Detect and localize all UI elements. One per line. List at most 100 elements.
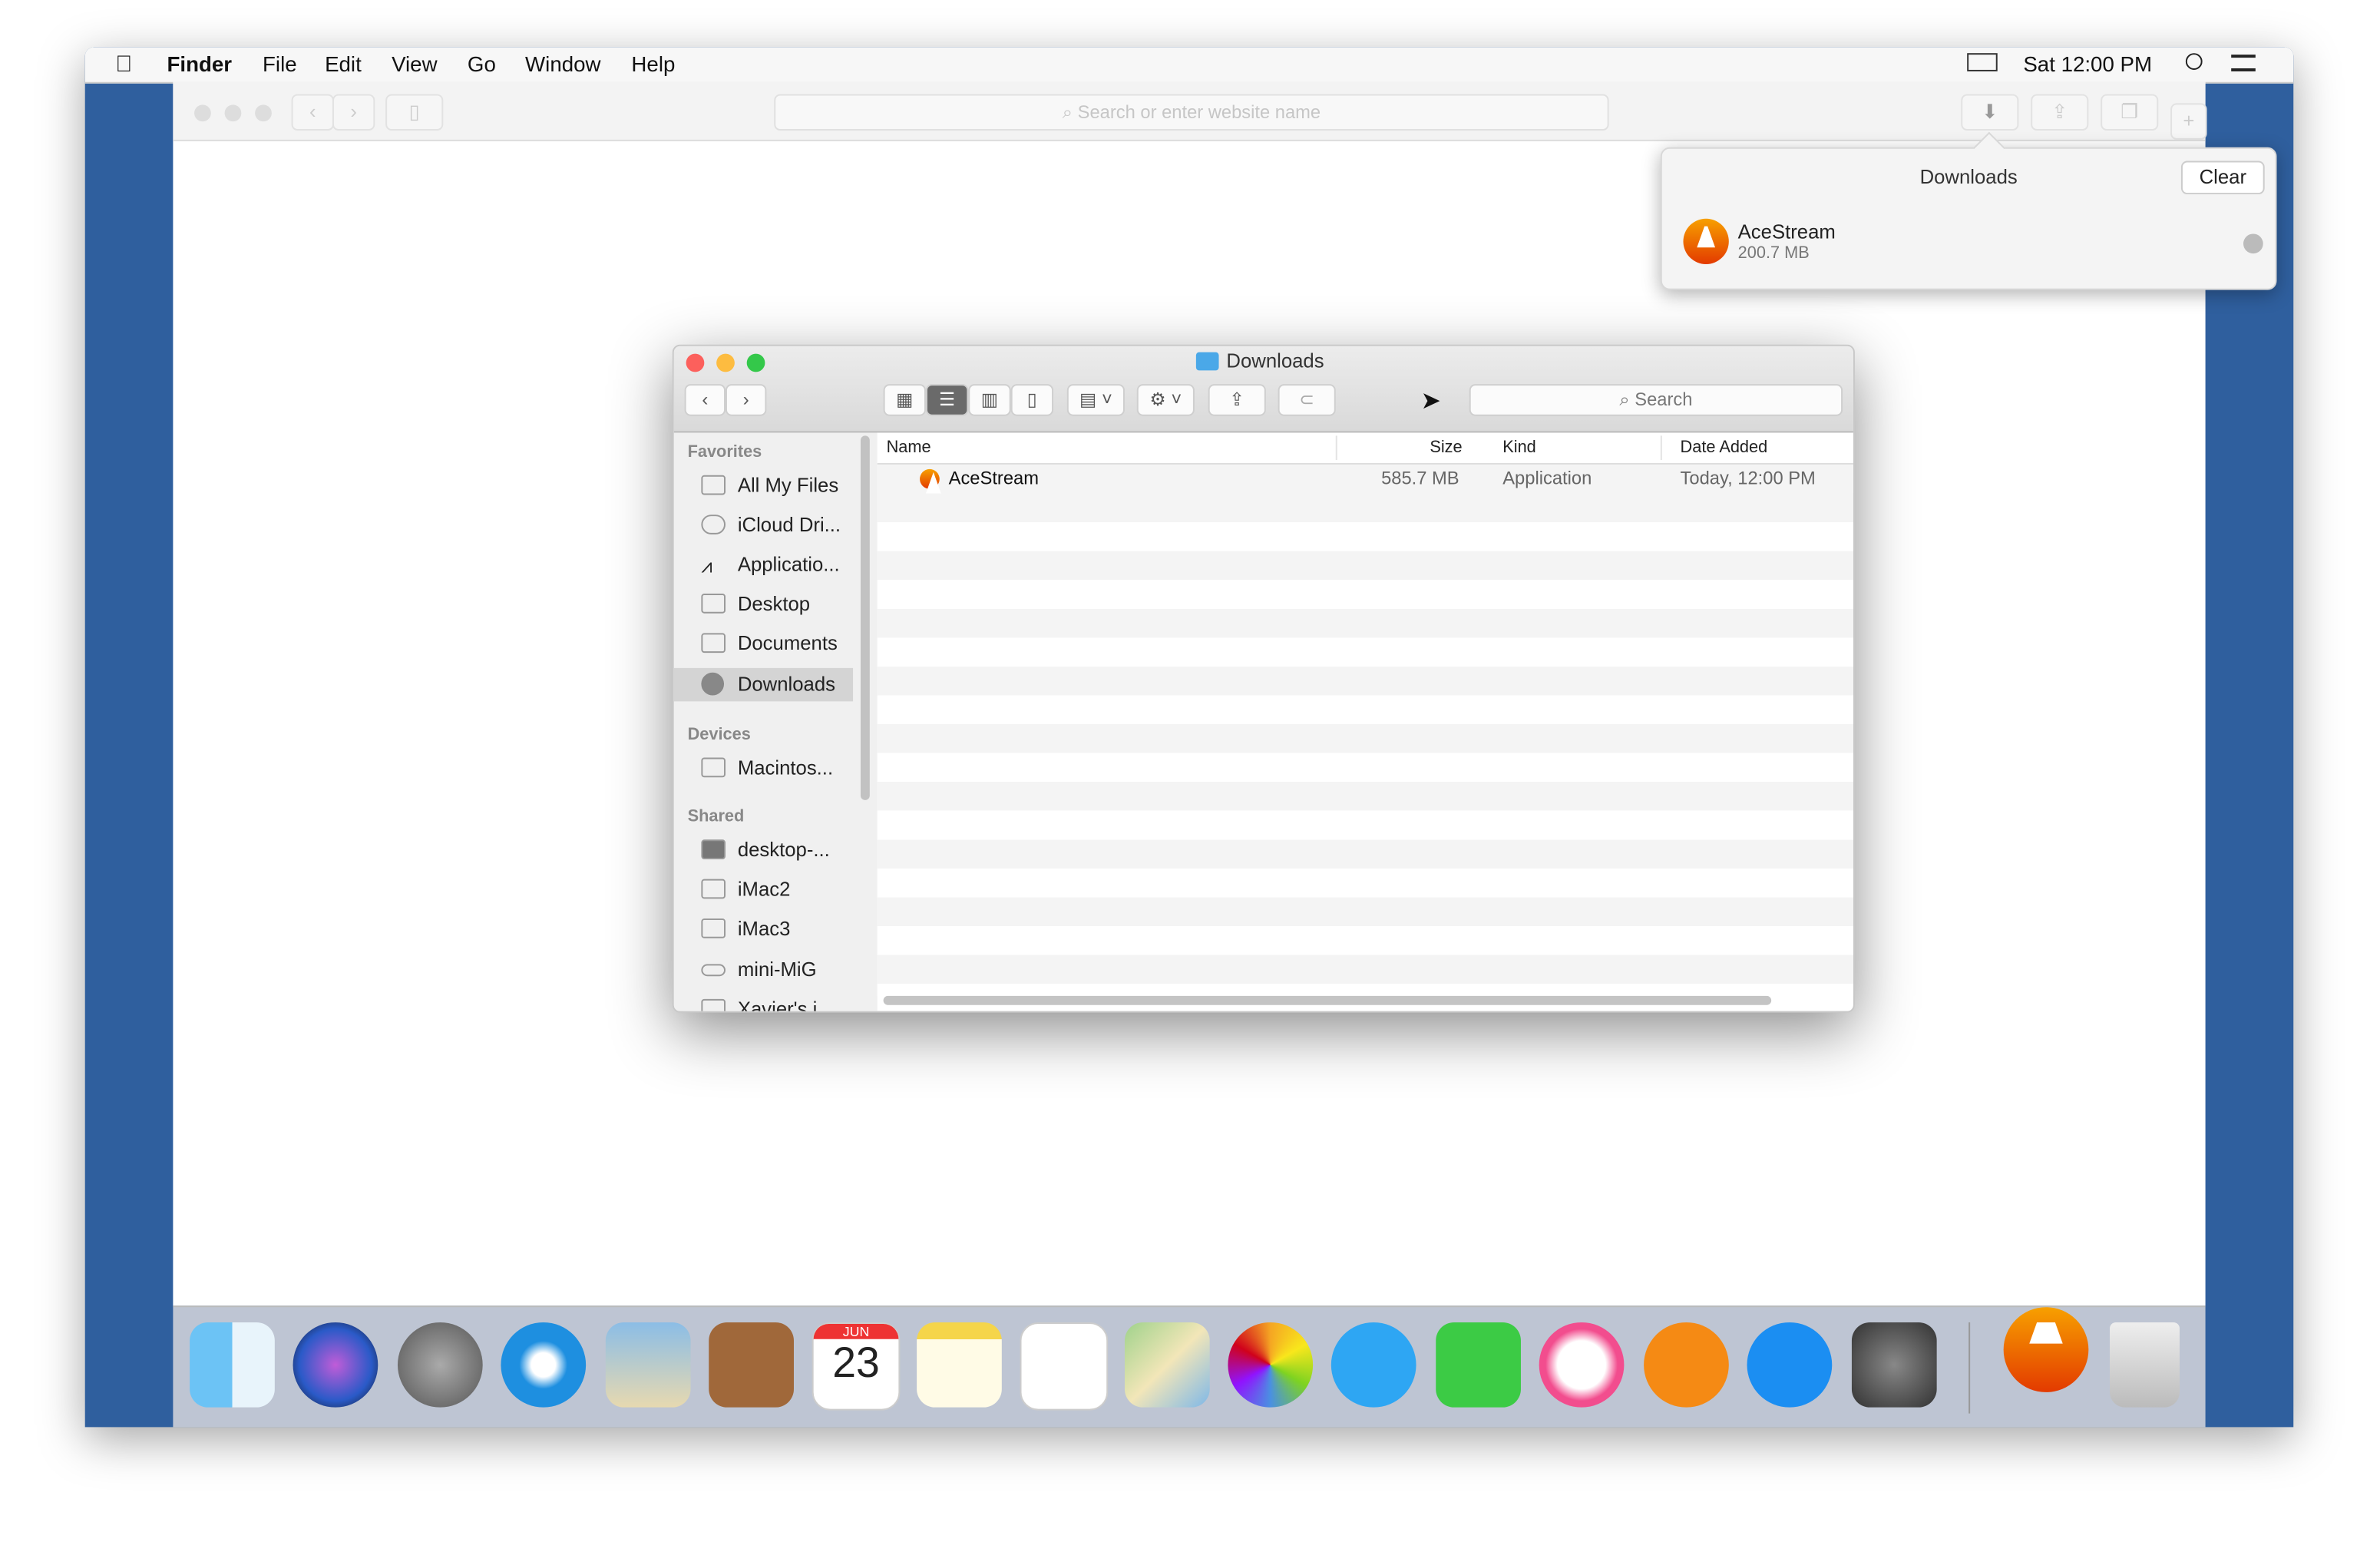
- sidebar-item-imac2[interactable]: iMac2: [674, 873, 853, 906]
- menu-view[interactable]: View: [392, 51, 437, 76]
- cloud-icon: [701, 515, 726, 534]
- column-size[interactable]: Size: [1430, 438, 1462, 457]
- sidebar-item-all-my-files[interactable]: All My Files: [674, 469, 853, 502]
- menu-help[interactable]: Help: [631, 51, 675, 76]
- sidebar-item-imac3[interactable]: iMac3: [674, 912, 853, 945]
- menu-file[interactable]: File: [263, 51, 297, 76]
- spotlight-icon[interactable]: [2185, 53, 2203, 70]
- menu-window[interactable]: Window: [525, 51, 600, 76]
- dock-calendar-icon[interactable]: JUN 23: [812, 1322, 901, 1411]
- apple-menu-icon[interactable]: : [115, 51, 132, 78]
- zoom-button[interactable]: [746, 353, 765, 372]
- share-button[interactable]: ⇪: [2031, 94, 2089, 131]
- menu-bar:  Finder File Edit View Go Window Help S…: [84, 47, 2294, 84]
- back-button[interactable]: ‹: [684, 384, 726, 416]
- dock-trash-icon[interactable]: [2110, 1322, 2180, 1408]
- sidebar-item-documents[interactable]: Documents: [674, 627, 853, 660]
- sidebar-scrollbar[interactable]: [860, 435, 870, 800]
- downloads-button[interactable]: ⬇: [1961, 94, 2019, 131]
- dock-itunes-icon[interactable]: [1539, 1322, 1625, 1408]
- menu-go[interactable]: Go: [468, 51, 496, 76]
- sidebar-item-xaviers[interactable]: Xavier's i...: [674, 993, 853, 1011]
- close-button[interactable]: [194, 104, 211, 122]
- tags-button[interactable]: ⊂: [1278, 384, 1336, 416]
- sidebar-item-desktop[interactable]: Desktop: [674, 587, 853, 620]
- dock-photos-icon[interactable]: [1228, 1322, 1314, 1408]
- menu-clock[interactable]: Sat 12:00 PM: [2023, 51, 2152, 76]
- sidebar-toggle-button[interactable]: ▯: [385, 94, 444, 131]
- dock-system-preferences-icon[interactable]: [1851, 1322, 1937, 1408]
- url-bar[interactable]: ⌕ Search or enter website name: [774, 94, 1609, 131]
- sidebar-item-label: Documents: [737, 631, 838, 655]
- column-divider: [1335, 435, 1337, 461]
- sidebar-item-label: desktop-...: [737, 838, 830, 861]
- download-item-name[interactable]: AceStream: [1738, 220, 1836, 243]
- dock-siri-icon[interactable]: [293, 1322, 378, 1408]
- dock-safari-icon[interactable]: [501, 1322, 587, 1408]
- favorites-header: Favorites: [687, 443, 762, 462]
- calendar-day: 23: [832, 1339, 880, 1387]
- sidebar-item-label: iMac3: [737, 917, 791, 940]
- minimize-button[interactable]: [224, 104, 242, 122]
- sidebar-item-applications[interactable]: ⩘ Applicatio...: [674, 548, 853, 581]
- sidebar-item-icloud-drive[interactable]: iCloud Dri...: [674, 508, 853, 541]
- menu-edit[interactable]: Edit: [325, 51, 362, 76]
- downloads-icon: [701, 672, 725, 696]
- sidebar-item-downloads[interactable]: Downloads: [673, 667, 854, 702]
- list-view-button[interactable]: ☰: [925, 384, 969, 416]
- forward-button[interactable]: ›: [332, 94, 375, 131]
- airplay-display-icon[interactable]: [1967, 53, 1998, 71]
- file-kind: Application: [1502, 467, 1592, 489]
- column-view-button[interactable]: ▥: [968, 384, 1011, 416]
- cover-flow-button[interactable]: ▯: [1010, 384, 1054, 416]
- back-button[interactable]: ‹: [291, 94, 334, 131]
- sidebar-item-macintosh-hd[interactable]: Macintos...: [674, 752, 853, 785]
- sidebar-item-label: iMac2: [737, 877, 791, 901]
- arrange-button[interactable]: ▤ ˅: [1066, 384, 1125, 416]
- dock-finder-icon[interactable]: [190, 1322, 275, 1408]
- search-placeholder: Search: [1635, 389, 1693, 410]
- zoom-button[interactable]: [255, 104, 272, 122]
- downloads-popover: Downloads Clear AceStream 200.7 MB: [1660, 131, 2277, 290]
- column-name[interactable]: Name: [887, 438, 931, 457]
- laptop-icon: [701, 998, 726, 1011]
- tabs-button[interactable]: ❐: [2101, 94, 2159, 131]
- minimize-button[interactable]: [716, 353, 735, 372]
- dock-reminders-icon[interactable]: [1020, 1322, 1109, 1411]
- dock-mail-icon[interactable]: [605, 1322, 691, 1408]
- show-in-finder-icon[interactable]: [2243, 233, 2263, 254]
- imac-icon: [701, 918, 726, 938]
- dock-contacts-icon[interactable]: [709, 1322, 794, 1408]
- icon-view-button[interactable]: ▦: [883, 384, 926, 416]
- sidebar-item-mini-mig[interactable]: mini-MiG: [674, 954, 853, 987]
- clear-button[interactable]: Clear: [2180, 160, 2265, 195]
- sidebar-item-label: iCloud Dri...: [737, 513, 841, 536]
- dock-notes-icon[interactable]: [917, 1322, 1002, 1408]
- column-date-added[interactable]: Date Added: [1681, 438, 1768, 457]
- horizontal-scrollbar[interactable]: [883, 995, 1772, 1005]
- dock-launchpad-icon[interactable]: [397, 1322, 483, 1408]
- applications-icon: ⩘: [701, 554, 712, 577]
- dock-app-store-icon[interactable]: [1747, 1322, 1833, 1408]
- dock-ibooks-icon[interactable]: [1644, 1322, 1729, 1408]
- column-kind[interactable]: Kind: [1502, 438, 1536, 457]
- dock-maps-icon[interactable]: [1124, 1322, 1210, 1408]
- action-gear-button[interactable]: ⚙ ˅: [1136, 384, 1195, 416]
- file-name: AceStream: [948, 467, 1039, 489]
- dock-messages-icon[interactable]: [1330, 1322, 1416, 1408]
- sidebar-item-desktop-pc[interactable]: desktop-...: [674, 833, 853, 866]
- imac-icon: [701, 879, 726, 899]
- share-button[interactable]: ⇪: [1208, 384, 1266, 416]
- close-button[interactable]: [686, 353, 705, 372]
- new-tab-button[interactable]: +: [2170, 103, 2207, 140]
- dock-facetime-icon[interactable]: [1436, 1322, 1521, 1408]
- mouse-cursor-icon: ➤: [1420, 389, 1441, 415]
- forward-button[interactable]: ›: [726, 384, 767, 416]
- dock-acestream-icon[interactable]: [2003, 1307, 2089, 1392]
- file-list: Name Size Kind Date Added AceStream 585.…: [877, 432, 1853, 1011]
- menu-finder[interactable]: Finder: [167, 51, 232, 76]
- file-size: 585.7 MB: [1381, 467, 1459, 489]
- search-field[interactable]: ⌕ Search: [1469, 384, 1843, 416]
- notification-center-icon[interactable]: [2231, 55, 2256, 71]
- table-row[interactable]: AceStream 585.7 MB Application Today, 12…: [877, 464, 1853, 495]
